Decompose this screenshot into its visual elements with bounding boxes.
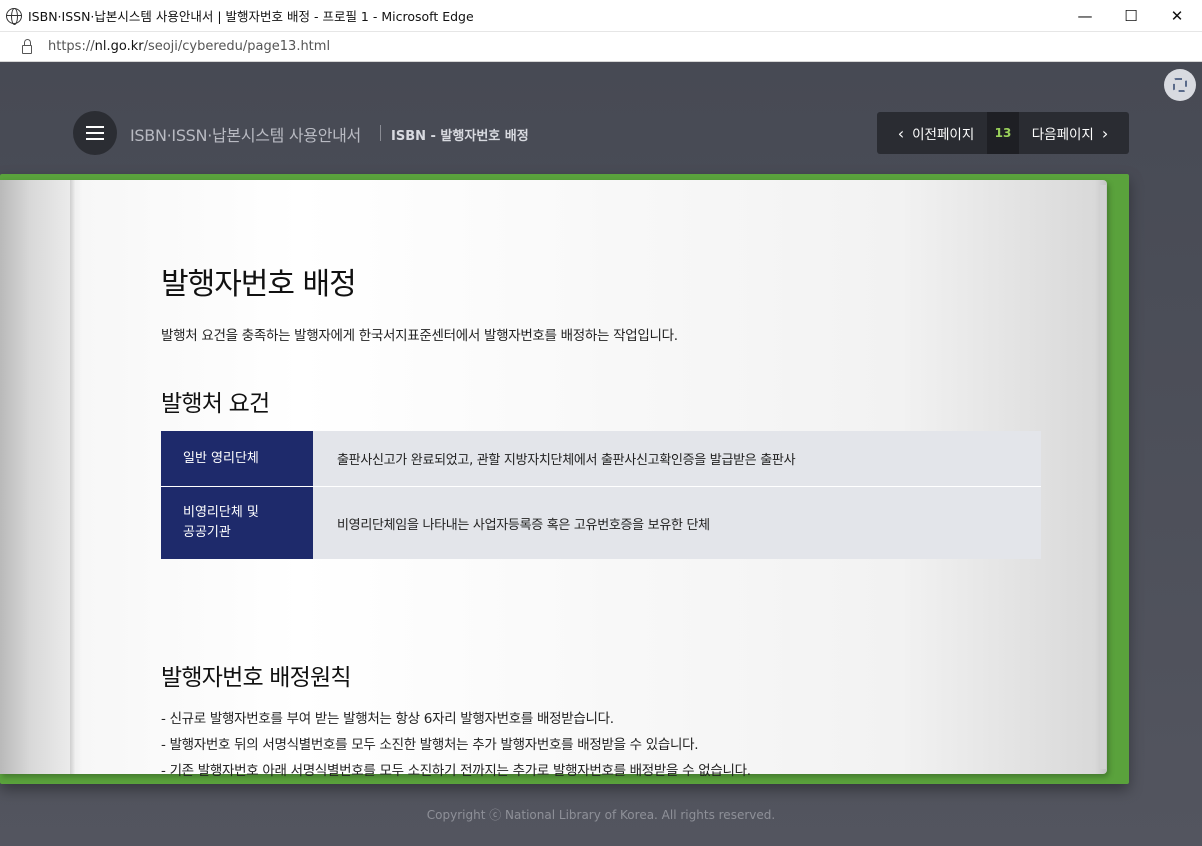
principles-heading: 발행자번호 배정원칙 [161, 665, 352, 691]
minimize-button[interactable]: — [1062, 0, 1108, 32]
browser-title-bar: ISBN·ISSN·납본시스템 사용안내서 | 발행자번호 배정 - 프로필 1… [0, 0, 1202, 32]
table-row: 비영리단체 및 공공기관 비영리단체임을 나타내는 사업자등록증 혹은 고유번호증… [161, 487, 1041, 559]
url-text[interactable]: https://nl.go.kr/seoji/cyberedu/page13.h… [48, 39, 330, 54]
screenshot-icon [1173, 78, 1187, 92]
list-item: - 기존 발행자번호 아래 서명식별번호를 모두 소진하기 전까지는 추가로 발… [161, 763, 751, 779]
row-label: 비영리단체 및 공공기관 [161, 487, 313, 559]
page-title: 발행자번호 배정 [161, 267, 357, 302]
table-row: 일반 영리단체 출판사신고가 완료되었고, 관할 지방자치단체에서 출판사신고확… [161, 431, 1041, 487]
intro-text: 발행처 요건을 충족하는 발행자에게 한국서지표준센터에서 발행자번호를 배정하… [161, 328, 678, 344]
page-number: 13 [987, 112, 1019, 154]
site-title[interactable]: ISBN·ISSN·납본시스템 사용안내서 [130, 122, 361, 146]
principles-list: - 신규로 발행자번호를 부여 받는 발행처는 항상 6자리 발행자번호를 배정… [161, 706, 751, 784]
globe-icon [6, 7, 22, 25]
window-title: ISBN·ISSN·납본시스템 사용안내서 | 발행자번호 배정 - 프로필 1… [28, 9, 474, 24]
page-edge [1100, 185, 1106, 769]
requirements-heading: 발행처 요건 [161, 391, 270, 417]
requirements-table: 일반 영리단체 출판사신고가 완료되었고, 관할 지방자치단체에서 출판사신고확… [161, 431, 1041, 559]
next-page-button[interactable]: 다음페이지 › [1019, 112, 1129, 154]
list-item: - 신규로 발행자번호를 부여 받는 발행처는 항상 6자리 발행자번호를 배정… [161, 711, 614, 727]
row-description: 비영리단체임을 나타내는 사업자등록증 혹은 고유번호증을 보유한 단체 [313, 487, 1041, 559]
lock-icon [22, 38, 32, 54]
menu-button[interactable] [73, 111, 117, 155]
row-label: 일반 영리단체 [161, 431, 313, 486]
section-title: ISBN - 발행자번호 배정 [391, 129, 529, 144]
page-area: ISBN·ISSN·납본시스템 사용안내서 ISBN - 발행자번호 배정 ‹ … [0, 63, 1202, 846]
chevron-left-icon: ‹ [897, 123, 905, 143]
row-description: 출판사신고가 완료되었고, 관할 지방자치단체에서 출판사신고확인증을 발급받은… [313, 431, 1041, 486]
page-fold [70, 180, 76, 774]
address-bar[interactable]: https://nl.go.kr/seoji/cyberedu/page13.h… [0, 32, 1202, 62]
next-page-label: 다음페이지 [1031, 127, 1094, 143]
page-navigator: ‹ 이전페이지 13 다음페이지 › [877, 112, 1129, 154]
chevron-right-icon: › [1101, 123, 1109, 143]
list-item: - 발행자번호 뒤의 서명식별번호를 모두 소진한 발행처는 추가 발행자번호를… [161, 737, 699, 753]
close-button[interactable]: ✕ [1154, 0, 1200, 32]
maximize-button[interactable]: ☐ [1108, 0, 1154, 32]
prev-page-button[interactable]: ‹ 이전페이지 [877, 112, 987, 154]
prev-page-label: 이전페이지 [912, 127, 975, 143]
hamburger-icon [86, 126, 104, 128]
screenshot-button[interactable] [1164, 69, 1196, 101]
copyright-text: Copyright ⓒ National Library of Korea. A… [426, 808, 776, 822]
title-divider [380, 125, 381, 141]
